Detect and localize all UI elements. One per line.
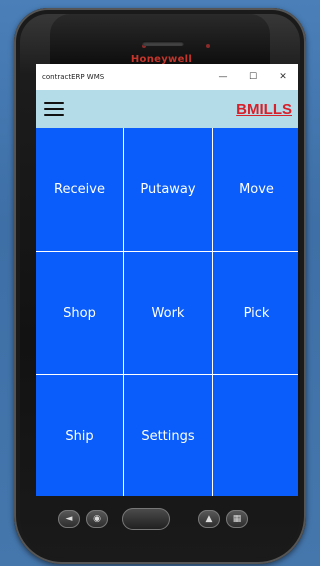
- tile-label: Move: [239, 182, 274, 197]
- tile-pick[interactable]: Pick: [213, 252, 298, 374]
- tile-ship[interactable]: Ship: [36, 375, 123, 496]
- tile-label: Ship: [65, 429, 94, 444]
- tile-settings[interactable]: Settings: [124, 375, 212, 496]
- back-key-icon[interactable]: ◄: [58, 510, 80, 528]
- user-name-link[interactable]: BMILLS: [236, 101, 292, 118]
- tile-work[interactable]: Work: [124, 252, 212, 374]
- tile-label: Work: [151, 305, 185, 321]
- hamburger-line: [44, 114, 64, 116]
- scan-trigger-button[interactable]: [122, 508, 170, 530]
- hardware-keys: ◄ ◉ ▲ ▦: [36, 504, 256, 540]
- tile-empty: [213, 375, 298, 496]
- app-header: BMILLS: [36, 90, 298, 128]
- maximize-button[interactable]: ☐: [238, 64, 268, 90]
- window-titlebar: contractERP WMS — ☐ ✕: [36, 64, 298, 90]
- device-top-bezel: Honeywell: [50, 14, 270, 66]
- camera-icon: [206, 44, 210, 48]
- tile-label: Receive: [54, 182, 105, 197]
- tile-shop[interactable]: Shop: [36, 252, 123, 374]
- tile-label: Pick: [243, 305, 270, 321]
- speaker-grille: [142, 41, 184, 46]
- window-title: contractERP WMS: [42, 73, 105, 81]
- background: Honeywell contractERP WMS — ☐ ✕ BMILLS R…: [0, 0, 320, 566]
- tile-label: Settings: [141, 429, 195, 444]
- close-button[interactable]: ✕: [268, 64, 298, 90]
- tile-label: Putaway: [140, 182, 196, 197]
- tile-move[interactable]: Move: [213, 128, 298, 251]
- hamburger-menu-icon[interactable]: [44, 102, 64, 116]
- tile-receive[interactable]: Receive: [36, 128, 123, 251]
- menu-grid: Receive Putaway Move Shop Work Pick Ship…: [36, 128, 298, 496]
- hamburger-line: [44, 108, 64, 110]
- tile-putaway[interactable]: Putaway: [124, 128, 212, 251]
- home-key-icon[interactable]: ◉: [86, 510, 108, 528]
- tile-label: Shop: [63, 305, 96, 321]
- hamburger-line: [44, 102, 64, 104]
- apps-key-icon[interactable]: ▦: [226, 510, 248, 528]
- menu-key-icon[interactable]: ▲: [198, 510, 220, 528]
- device-screen: contractERP WMS — ☐ ✕ BMILLS Receive Put…: [36, 64, 298, 496]
- minimize-button[interactable]: —: [208, 64, 238, 90]
